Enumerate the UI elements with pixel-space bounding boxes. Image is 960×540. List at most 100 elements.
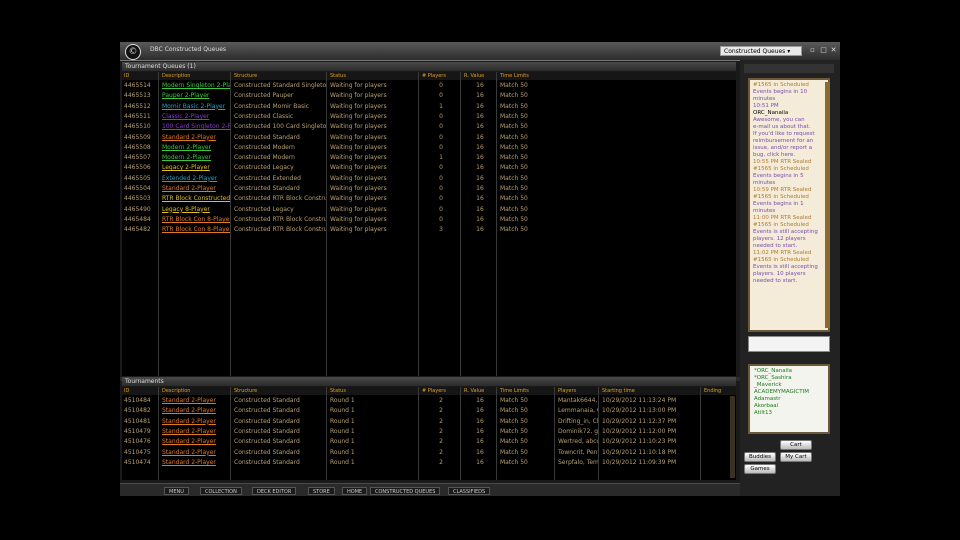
column-header[interactable]: Status bbox=[330, 387, 346, 395]
cell-status: Waiting for players bbox=[330, 154, 387, 162]
column-header[interactable]: Status bbox=[330, 72, 346, 80]
buddies-button[interactable]: Buddies bbox=[744, 452, 776, 462]
my-cart-button[interactable]: My Cart bbox=[780, 452, 812, 462]
table-row[interactable]: 4465514 Modern Singleton 2-Player Construc… bbox=[122, 81, 736, 91]
table-row[interactable]: 4465507 Modern 2-Player Constructed Modern… bbox=[122, 153, 736, 163]
cell-starting-time: 10/29/2012 11:13:00 PM bbox=[602, 407, 677, 415]
cell-description[interactable]: Modern 2-Player bbox=[162, 153, 230, 163]
cell-structure: Constructed RTR Block Constructed bbox=[234, 226, 326, 234]
cell-description[interactable]: Standard 2-Player bbox=[162, 133, 230, 143]
column-header[interactable]: Time Limits bbox=[500, 72, 529, 80]
column-header[interactable]: Description bbox=[162, 387, 190, 395]
chat-line: issue, and/or report a bbox=[753, 145, 813, 151]
cell-description[interactable]: Standard 2-Player bbox=[162, 406, 230, 416]
table-row[interactable]: 4465510 100 Card Singleton 2-Player Constr… bbox=[122, 122, 736, 132]
tab-store[interactable]: STORE bbox=[308, 487, 335, 495]
buddy-item[interactable]: Adamastr bbox=[754, 396, 824, 403]
cell-description[interactable]: Modern 2-Player bbox=[162, 143, 230, 153]
chat-scrollbar[interactable] bbox=[825, 82, 830, 328]
table-row[interactable]: 4465506 Legacy 2-Player Constructed Legacy… bbox=[122, 163, 736, 173]
column-header[interactable]: # Players bbox=[422, 72, 446, 80]
cell-description[interactable]: Standard 2-Player bbox=[162, 427, 230, 437]
table-row[interactable]: 4465490 Legacy 8-Player Constructed Legacy… bbox=[122, 205, 736, 215]
queue-selector-dropdown[interactable]: Constructed Queues ▾ bbox=[720, 46, 802, 56]
buddy-item[interactable]: ACADEMYMAGICTIM bbox=[754, 389, 824, 396]
cell-description[interactable]: Standard 2-Player bbox=[162, 396, 230, 406]
cell-status: Waiting for players bbox=[330, 185, 387, 192]
cell-description[interactable]: Momir Basic 2-Player bbox=[162, 102, 230, 112]
cell-structure: Constructed Standard bbox=[234, 448, 300, 456]
column-header[interactable]: Ending bbox=[704, 387, 721, 395]
cell-id: 4465507 bbox=[124, 154, 151, 162]
buddy-item[interactable]: Atilt13 bbox=[754, 410, 824, 417]
column-header[interactable]: R. Value bbox=[464, 72, 484, 80]
column-header[interactable]: Description bbox=[162, 72, 190, 80]
buddy-item[interactable]: *ORC_Nanaila bbox=[754, 368, 824, 375]
cell-description[interactable]: Modern Singleton 2-Player bbox=[162, 81, 230, 91]
tab-menu[interactable]: MENU bbox=[164, 487, 189, 495]
column-header[interactable]: Structure bbox=[234, 72, 257, 80]
tab-classifieds[interactable]: CLASSIFIEDS bbox=[448, 487, 491, 495]
tab-deck-editor[interactable]: DECK EDITOR bbox=[252, 487, 297, 495]
cell-description[interactable]: Standard 2-Player bbox=[162, 184, 230, 194]
table-row[interactable]: 4465513 Pauper 2-Player Constructed Pauper… bbox=[122, 91, 736, 101]
cell-time-limit: Match 50 bbox=[500, 438, 528, 446]
cell-description[interactable]: Legacy 2-Player bbox=[162, 163, 230, 173]
table-row[interactable]: 4465482 RTR Block Con 8-Player Constructed… bbox=[122, 225, 736, 235]
table-row[interactable]: 4465511 Classic 2-Player Constructed Class… bbox=[122, 112, 736, 122]
table-row[interactable]: 4465484 RTR Block Con 8-Player Constructed… bbox=[122, 215, 736, 225]
title-bar: © DBC Constructed Queues Constructed Que… bbox=[120, 42, 840, 61]
table-row[interactable]: 4465508 Modern 2-Player Constructed Modern… bbox=[122, 143, 736, 153]
tab-home[interactable]: HOME bbox=[342, 487, 368, 495]
table-row[interactable]: 4465504 Standard 2-Player Constructed Stan… bbox=[122, 184, 736, 194]
cart-button[interactable]: Cart bbox=[780, 440, 812, 450]
column-header[interactable]: Structure bbox=[234, 387, 257, 395]
tournaments-scrollbar[interactable] bbox=[730, 396, 735, 478]
cell-description[interactable]: Pauper 2-Player bbox=[162, 91, 230, 101]
chat-line: reimbursement for an bbox=[753, 138, 814, 144]
cell-description[interactable]: Standard 2-Player bbox=[162, 437, 230, 447]
table-row[interactable]: 4510479 Standard 2-Player Constructed Stan… bbox=[122, 427, 736, 437]
table-row[interactable]: 4510474 Standard 2-Player Constructed Stan… bbox=[122, 458, 736, 468]
table-row[interactable]: 4510481 Standard 2-Player Constructed Stan… bbox=[122, 417, 736, 427]
column-header[interactable]: ID bbox=[124, 72, 129, 80]
table-row[interactable]: 4510482 Standard 2-Player Constructed Stan… bbox=[122, 406, 736, 416]
cell-description[interactable]: Extended 2-Player bbox=[162, 174, 230, 184]
buddy-item[interactable]: *ORC_Sashira bbox=[754, 375, 824, 382]
games-button[interactable]: Games bbox=[744, 464, 776, 474]
maximize-icon[interactable]: □ bbox=[819, 45, 828, 55]
cell-description[interactable]: RTR Block Con 8-Player bbox=[162, 225, 230, 235]
cell-description[interactable]: RTR Block Constructed 8-Pla bbox=[162, 194, 230, 204]
chat-input[interactable] bbox=[748, 336, 830, 352]
cell-description[interactable]: Standard 2-Player bbox=[162, 417, 230, 427]
chat-tabs[interactable] bbox=[744, 64, 834, 73]
table-row[interactable]: 4465503 RTR Block Constructed 8-Pla Constr… bbox=[122, 194, 736, 204]
column-header[interactable]: R. Value bbox=[464, 387, 484, 395]
column-header[interactable]: Time Limits bbox=[500, 387, 529, 395]
table-row[interactable]: 4510476 Standard 2-Player Constructed Stan… bbox=[122, 437, 736, 447]
buddy-item[interactable]: _Maverick bbox=[754, 382, 824, 389]
cell-description[interactable]: Standard 2-Player bbox=[162, 448, 230, 458]
cell-starting-time: 10/29/2012 11:10:23 PM bbox=[602, 438, 677, 446]
table-row[interactable]: 4510475 Standard 2-Player Constructed Stan… bbox=[122, 448, 736, 458]
column-header[interactable]: ID bbox=[124, 387, 129, 395]
cell-description[interactable]: 100 Card Singleton 2-Player bbox=[162, 122, 230, 132]
table-row[interactable]: 4465509 Standard 2-Player Constructed Stan… bbox=[122, 133, 736, 143]
cell-description[interactable]: RTR Block Con 8-Player bbox=[162, 215, 230, 225]
tab-constructed-queues[interactable]: CONSTRUCTED QUEUES bbox=[370, 487, 441, 495]
table-row[interactable]: 4465505 Extended 2-Player Constructed Exte… bbox=[122, 174, 736, 184]
cell-description[interactable]: Standard 2-Player bbox=[162, 458, 230, 468]
column-header[interactable]: Players bbox=[558, 387, 576, 395]
table-row[interactable]: 4465512 Momir Basic 2-Player Constructed M… bbox=[122, 102, 736, 112]
window-title: DBC Constructed Queues bbox=[150, 46, 227, 53]
minimize-icon[interactable]: ▫ bbox=[808, 45, 817, 55]
column-header[interactable]: # Players bbox=[422, 387, 446, 395]
close-icon[interactable]: ✕ bbox=[829, 45, 838, 55]
cell-starting-time: 10/29/2012 11:12:00 PM bbox=[602, 427, 677, 435]
buddy-item[interactable]: Akorbaal bbox=[754, 403, 824, 410]
cell-description[interactable]: Legacy 8-Player bbox=[162, 205, 230, 215]
cell-description[interactable]: Classic 2-Player bbox=[162, 112, 230, 122]
tab-collection[interactable]: COLLECTION bbox=[200, 487, 242, 495]
column-header[interactable]: Starting time bbox=[602, 387, 635, 395]
table-row[interactable]: 4510484 Standard 2-Player Constructed Stan… bbox=[122, 396, 736, 406]
